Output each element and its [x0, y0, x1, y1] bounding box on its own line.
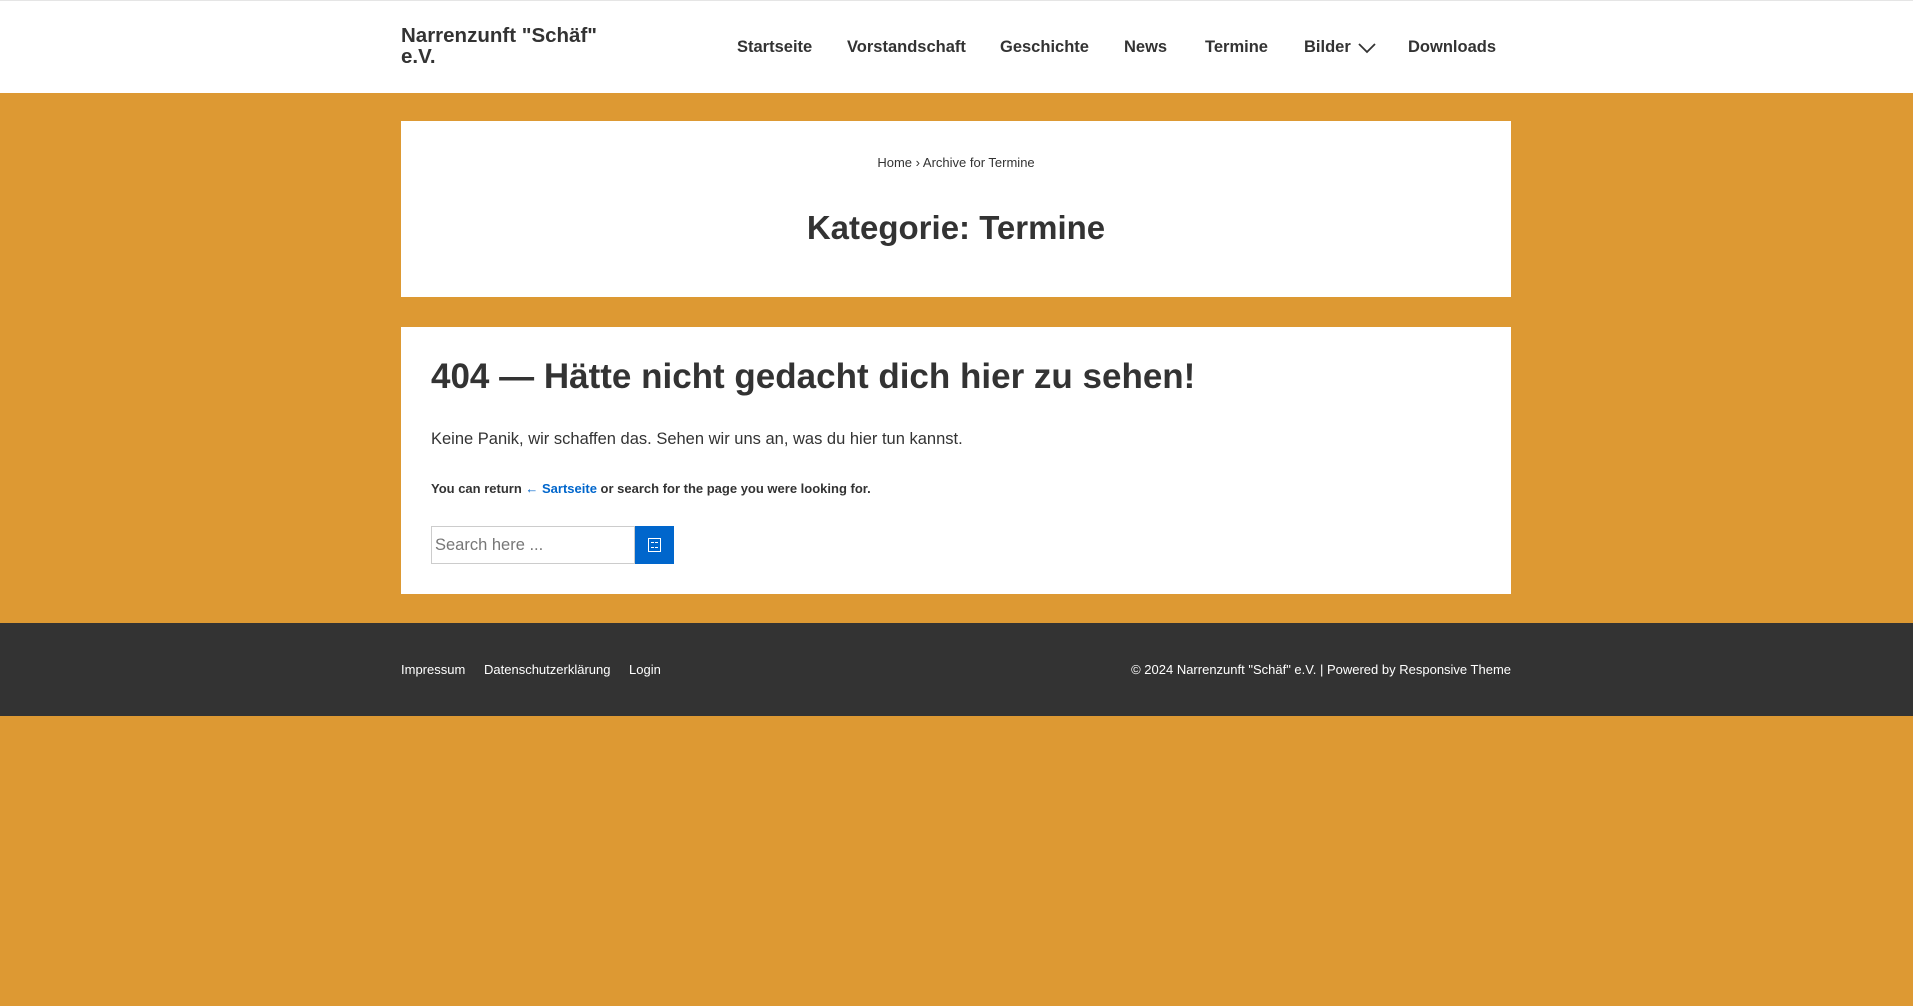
chevron-down-icon: [1358, 43, 1376, 53]
archive-header-card: Home › Archive for Termine Kategorie: Te…: [401, 121, 1511, 297]
nav-item-bilder[interactable]: Bilder: [1304, 37, 1377, 57]
nav-item-startseite[interactable]: Startseite: [737, 37, 812, 57]
site-header: Narrenzunft "Schäf" e.V. Startseite Vors…: [0, 0, 1913, 93]
site-footer: Impressum Datenschutzerklärung Login © 2…: [0, 623, 1913, 716]
return-home-link[interactable]: ← Sartseite: [525, 481, 597, 496]
error-title: 404 — Hätte nicht gedacht dich hier zu s…: [431, 357, 1196, 396]
breadcrumb-home-link[interactable]: Home: [877, 155, 912, 170]
footer-link-impressum[interactable]: Impressum: [401, 662, 465, 677]
search-button[interactable]: [635, 526, 674, 564]
return-suffix: or search for the page you were looking …: [596, 481, 871, 496]
copyright-text: © 2024 Narrenzunft "Schäf" e.V. | Powere…: [1131, 662, 1511, 677]
return-prefix: You can return: [431, 481, 526, 496]
nav-item-termine[interactable]: Termine: [1205, 37, 1268, 57]
search-input[interactable]: [431, 526, 635, 564]
copyright-label: © 2024 Narrenzunft "Schäf" e.V. | Powere…: [1131, 662, 1400, 677]
nav-item-geschichte[interactable]: Geschichte: [1000, 37, 1089, 57]
breadcrumb-current: Archive for Termine: [922, 155, 1035, 170]
nav-item-downloads[interactable]: Downloads: [1408, 37, 1496, 57]
error-message: Keine Panik, wir schaffen das. Sehen wir…: [431, 430, 963, 448]
return-text: You can return ← Sartseite or search for…: [431, 481, 871, 496]
breadcrumb: Home › Archive for Termine: [401, 155, 1511, 170]
breadcrumb-separator: ›: [915, 155, 920, 170]
site-title[interactable]: Narrenzunft "Schäf" e.V.: [401, 25, 611, 67]
theme-link[interactable]: Responsive Theme: [1399, 662, 1511, 677]
nav-item-bilder-label: Bilder: [1304, 38, 1351, 56]
archive-title: Kategorie: Termine: [806, 209, 1106, 246]
footer-link-login[interactable]: Login: [629, 662, 661, 677]
search-icon: [648, 538, 661, 552]
error-content-card: 404 — Hätte nicht gedacht dich hier zu s…: [401, 327, 1511, 594]
nav-item-vorstandschaft[interactable]: Vorstandschaft: [847, 37, 966, 57]
footer-link-datenschutz[interactable]: Datenschutzerklärung: [484, 662, 610, 677]
search-form: [431, 526, 674, 564]
nav-item-news[interactable]: News: [1124, 37, 1167, 57]
